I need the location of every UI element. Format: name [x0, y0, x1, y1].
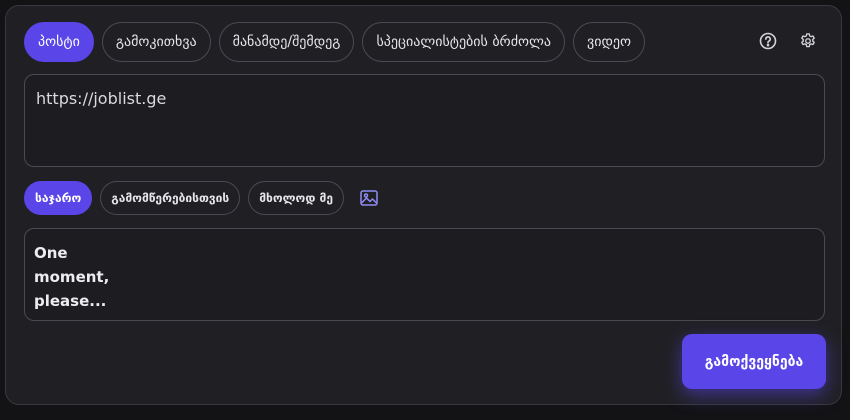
post-composer-panel: პოსტი გამოკითხვა მანამდე/შემდეგ სპეციალი…	[5, 5, 842, 405]
url-input[interactable]	[36, 89, 813, 108]
post-type-tabs: პოსტი გამოკითხვა მანამდე/შემდეგ სპეციალი…	[24, 22, 646, 62]
message-text: One moment, please...	[34, 244, 110, 310]
message-field[interactable]: One moment, please...	[24, 228, 825, 321]
tab-poll[interactable]: გამოკითხვა	[101, 22, 211, 62]
url-field[interactable]	[24, 74, 825, 167]
privacy-selector: საჯარო გამომწერებისთვის მხოლოდ მე	[24, 181, 386, 215]
privacy-only-me-button[interactable]: მხოლოდ მე	[248, 181, 344, 215]
tab-specialist-battle[interactable]: სპეციალისტების ბრძოლა	[362, 22, 566, 62]
help-circle-icon[interactable]	[757, 30, 779, 52]
tab-video[interactable]: ვიდეო	[573, 22, 646, 62]
tab-post[interactable]: პოსტი	[24, 22, 94, 62]
publish-button[interactable]: გამოქვეყნება	[682, 334, 826, 389]
header-actions	[757, 30, 819, 52]
image-icon[interactable]	[352, 181, 386, 215]
settings-gear-icon[interactable]	[797, 30, 819, 52]
tab-before-after[interactable]: მანამდე/შემდეგ	[218, 22, 355, 62]
privacy-public-button[interactable]: საჯარო	[24, 181, 93, 215]
privacy-subscribers-button[interactable]: გამომწერებისთვის	[100, 181, 241, 215]
